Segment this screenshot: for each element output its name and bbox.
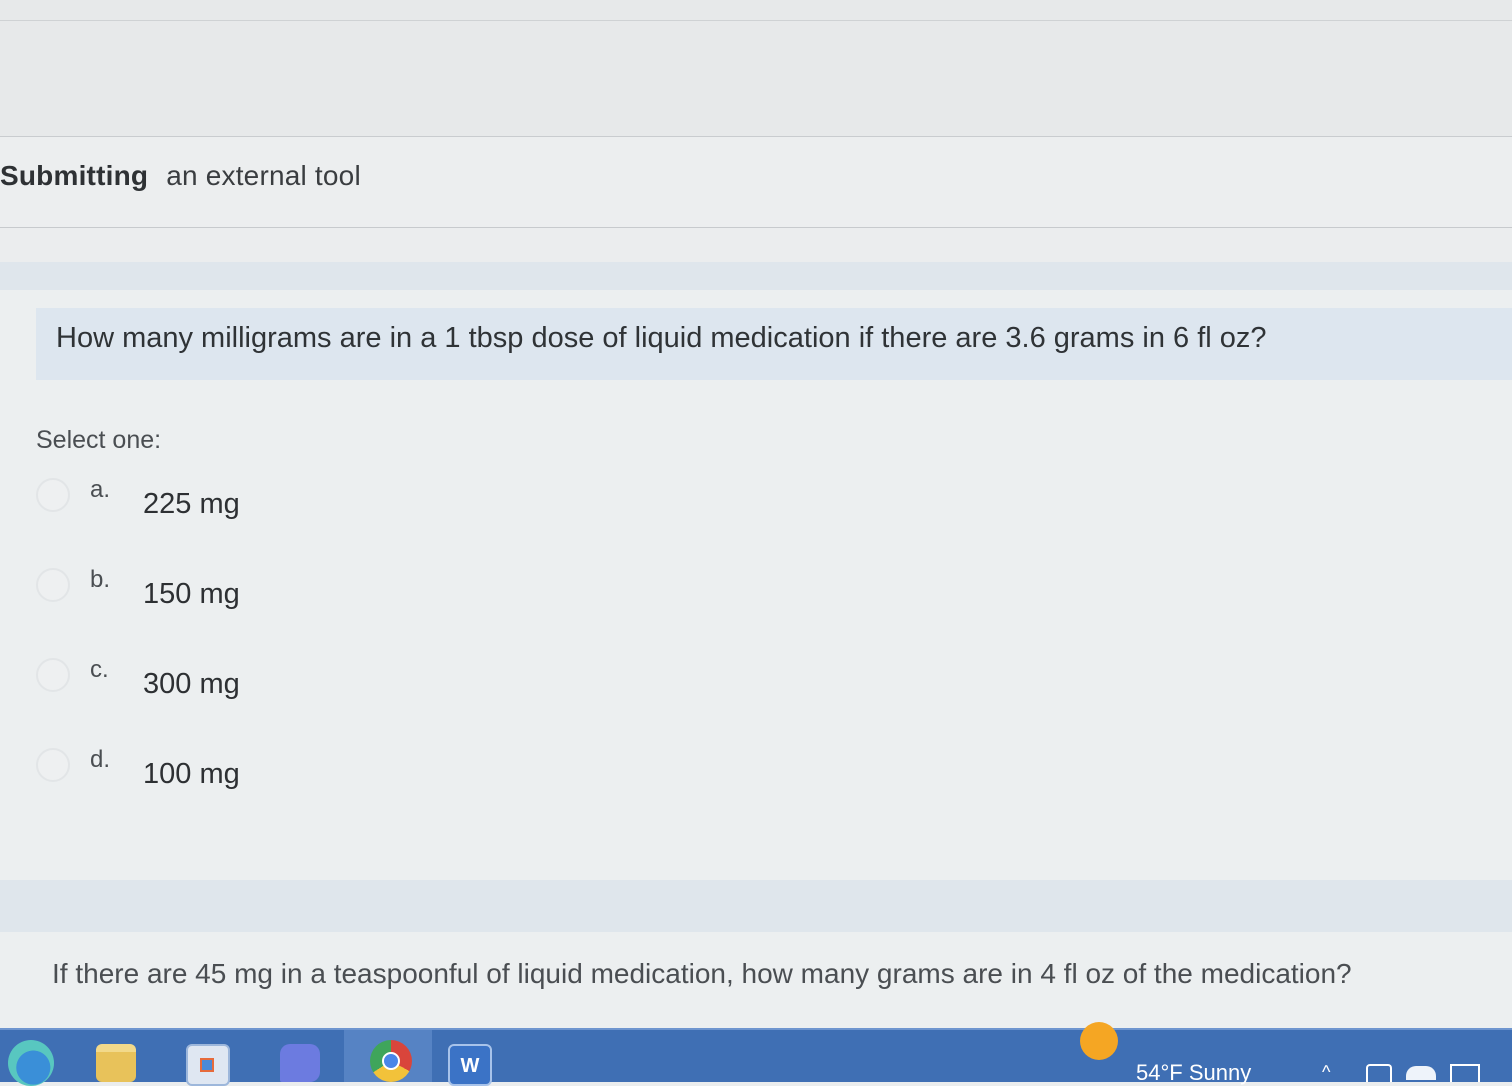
option-answer[interactable]: 300 mg	[143, 668, 240, 701]
page-title: Submitting an external tool	[0, 160, 361, 192]
top-divider	[0, 20, 1512, 21]
page-title-strong: Submitting	[0, 160, 149, 191]
chat-icon[interactable]	[280, 1044, 320, 1082]
section-band	[0, 262, 1512, 290]
answer-option-b[interactable]: b. 150 mg	[36, 566, 636, 626]
weather-sun-icon[interactable]	[1080, 1022, 1118, 1060]
monitor-icon[interactable]	[1450, 1064, 1480, 1082]
weather-label[interactable]: 54°F Sunny	[1136, 1060, 1251, 1086]
question-text: How many milligrams are in a 1 tbsp dose…	[56, 322, 1267, 354]
option-letter: a.	[90, 476, 111, 503]
top-band	[0, 0, 1512, 137]
taskbar: W	[0, 1028, 1512, 1086]
option-letter: b.	[90, 566, 111, 593]
file-explorer-icon[interactable]	[96, 1044, 136, 1082]
answer-option-c[interactable]: c. 300 mg	[36, 656, 636, 716]
section-band	[0, 880, 1512, 932]
next-question-text: If there are 45 mg in a teaspoonful of l…	[52, 958, 1352, 989]
chrome-icon[interactable]	[370, 1040, 412, 1082]
cloud-icon[interactable]	[1406, 1066, 1436, 1080]
option-letter: d.	[90, 746, 111, 773]
option-letter: c.	[90, 656, 109, 683]
radio-button[interactable]	[36, 478, 70, 512]
edge-icon[interactable]	[8, 1040, 54, 1086]
select-one-prompt: Select one:	[36, 426, 162, 454]
drive-icon[interactable]	[1366, 1064, 1392, 1082]
option-answer[interactable]: 150 mg	[143, 578, 240, 611]
option-answer[interactable]: 100 mg	[143, 758, 240, 791]
answer-option-a[interactable]: a. 225 mg	[36, 476, 636, 536]
radio-button[interactable]	[36, 658, 70, 692]
option-answer[interactable]: 225 mg	[143, 488, 240, 521]
radio-button[interactable]	[36, 748, 70, 782]
answer-option-d[interactable]: d. 100 mg	[36, 746, 636, 806]
radio-button[interactable]	[36, 568, 70, 602]
page-title-rest: an external tool	[166, 160, 361, 191]
